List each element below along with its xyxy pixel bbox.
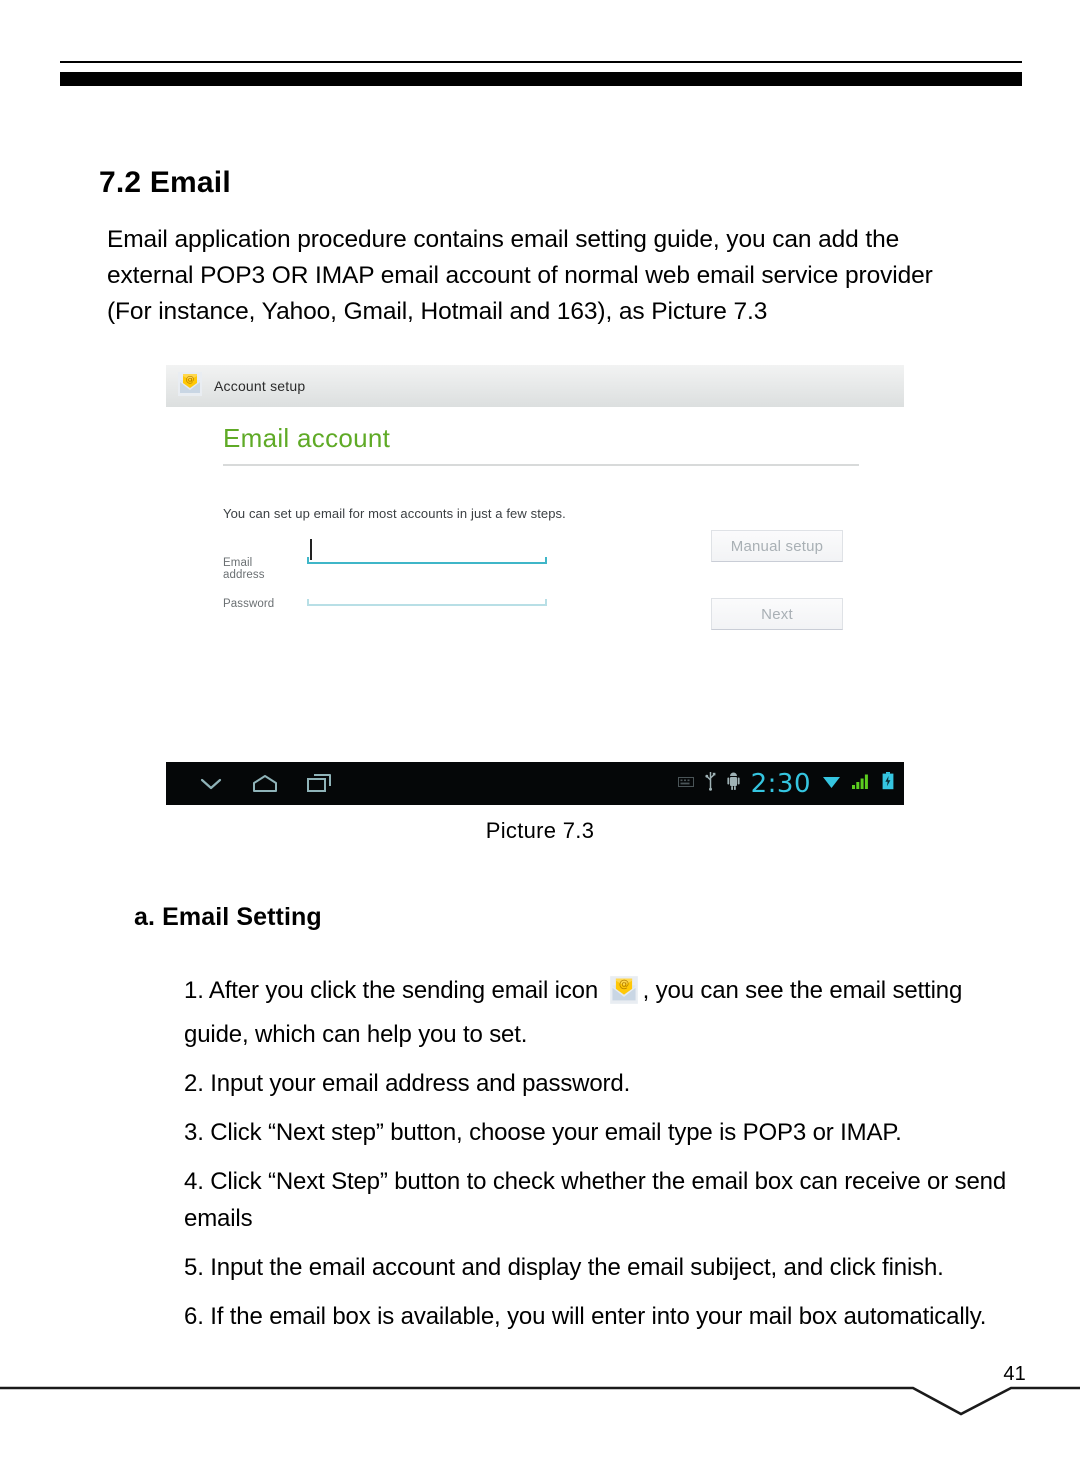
email-address-input[interactable] (307, 538, 547, 564)
navbar-status-area: 2:30 (677, 768, 894, 799)
list-item: 1. After you click the sending email ico… (184, 972, 1024, 1053)
svg-text:@: @ (186, 375, 195, 385)
screenshot-app-title: Account setup (214, 378, 306, 394)
setup-description: You can set up email for most accounts i… (223, 506, 566, 521)
svg-text:@: @ (619, 979, 629, 991)
list-item: 2. Input your email address and password… (184, 1070, 631, 1097)
header-thick-rule (60, 72, 1022, 86)
manual-setup-button[interactable]: Manual setup (711, 530, 843, 562)
recents-icon[interactable] (292, 762, 346, 805)
list-item: 5. Input the email account and display t… (184, 1254, 944, 1281)
heading-divider (223, 464, 859, 466)
subsection-title: a. Email Setting (134, 903, 322, 931)
email-account-heading: Email account (223, 423, 391, 453)
signal-icon[interactable] (852, 773, 871, 794)
wifi-icon[interactable] (822, 774, 841, 794)
text-caret (310, 539, 312, 560)
list-item: 3. Click “Next step” button, choose your… (184, 1119, 902, 1146)
email-address-underline (307, 557, 547, 564)
list-item: 4. Click “Next Step” button to check whe… (184, 1168, 1007, 1232)
steps-list: 1. After you click the sending email ico… (184, 972, 1024, 1335)
figure-email-setup-screenshot: @ Account setup Email account You can se… (166, 365, 904, 805)
email-app-icon: @ (177, 371, 203, 402)
page-number: 41 (1003, 1363, 1026, 1385)
password-input[interactable] (307, 580, 547, 606)
figure-caption: Picture 7.3 (485, 818, 595, 843)
screenshot-titlebar: @ Account setup (166, 365, 904, 408)
page-header (0, 0, 1080, 110)
navbar-buttons (184, 762, 346, 805)
screenshot-body: Email account You can set up email for m… (166, 407, 904, 762)
footer-rule (0, 1386, 1080, 1416)
android-robot-icon[interactable] (727, 772, 740, 796)
page-footer (0, 1350, 1080, 1460)
password-underline (307, 599, 547, 606)
intro-paragraph: Email application procedure contains ema… (107, 226, 933, 325)
battery-icon[interactable] (882, 772, 894, 795)
status-clock: 2:30 (750, 768, 811, 799)
page-title: 7.2 Email (99, 166, 231, 199)
home-icon[interactable] (238, 762, 292, 805)
email-address-label: Email address (223, 557, 265, 581)
list-item: 6. If the email box is available, you wi… (184, 1303, 987, 1330)
step-1-text-before: 1. After you click the sending email ico… (184, 977, 599, 1004)
header-thin-rule (60, 61, 1022, 63)
android-navbar: 2:30 (166, 762, 904, 805)
keyboard-icon[interactable] (677, 775, 694, 793)
next-button[interactable]: Next (711, 598, 843, 630)
email-app-icon: @ (608, 975, 640, 1016)
password-label: Password (223, 598, 275, 610)
usb-icon[interactable] (705, 771, 716, 796)
back-icon[interactable] (184, 762, 238, 805)
